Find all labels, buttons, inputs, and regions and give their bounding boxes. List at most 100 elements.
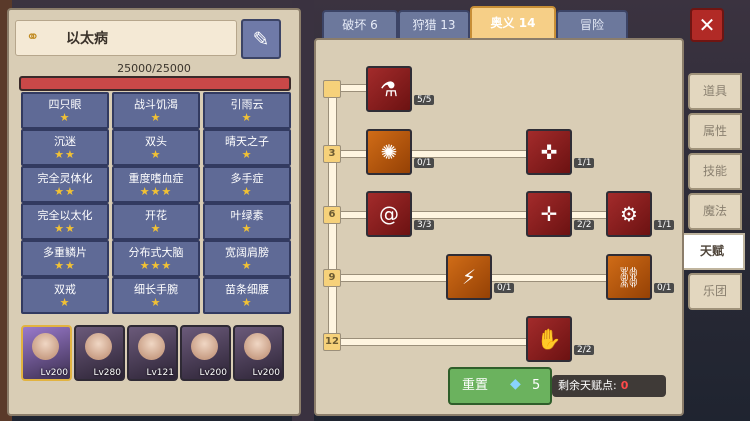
treatment-label: 双头 [145,135,167,148]
skill-chain[interactable]: ⛓ 0/1 [606,254,675,300]
treatment-cell[interactable]: 沉迷 ★★ [21,129,109,166]
member-level: Lv121 [146,368,174,378]
sidebar-item-talent[interactable]: 天赋 [679,233,745,270]
star-rating: ★ [150,111,162,124]
sidebar-item-band[interactable]: 乐团 [688,273,742,310]
skill-crosshair[interactable]: ✛ 2/2 [526,191,595,237]
close-icon: ✕ [698,13,716,37]
treatment-label: 多重鳞片 [43,246,87,259]
skill-gear[interactable]: ⚙ 1/1 [606,191,675,237]
treatment-cell[interactable]: 分布式大脑 ★★★ [112,240,200,277]
star-rating: ★ [150,148,162,161]
treatment-cell[interactable]: 双头 ★ [112,129,200,166]
palm-icon: ✋ [536,327,562,351]
treatment-cell[interactable]: 引雨云 ★ [203,92,291,129]
remaining-points: 剩余天赋点: 0 [552,375,666,397]
star-rating: ★ [241,148,253,161]
treatment-cell[interactable]: 细长手腕 ★ [112,277,200,314]
star-rating: ★ [241,296,253,309]
treatment-cell[interactable]: 宽阔肩膀 ★ [203,240,291,277]
sidebar-item-attributes[interactable]: 属性 [688,113,742,150]
treatment-cell[interactable]: 战斗饥渴 ★ [112,92,200,129]
avatar [191,333,218,360]
star-rating: ★ [150,296,162,309]
skill-vortex[interactable]: ✺ 0/1 [366,129,435,175]
treatment-cell[interactable]: 晴天之子 ★ [203,129,291,166]
treatment-label: 双戒 [54,283,76,296]
party-member-portrait[interactable]: Lv200 [180,325,231,381]
member-level: Lv200 [40,368,68,378]
star-rating: ★★ [54,148,76,161]
sidebar-item-magic[interactable]: 魔法 [688,193,742,230]
skill-mp[interactable]: ⚗ 5/5 [366,66,435,112]
sidebar-item-items[interactable]: 道具 [688,73,742,110]
disease-name-bar: ⚭ 以太病 [15,20,237,56]
reset-button[interactable]: 重置 ◆ 5 [448,367,552,405]
gem-icon: ◆ [510,376,521,392]
skill-hand-cross[interactable]: ✜ 1/1 [526,129,595,175]
treatment-cell[interactable]: 重度嗜血症 ★★★ [112,166,200,203]
disease-name: 以太病 [66,31,108,47]
star-rating: ★ [59,296,71,309]
reset-label: 重置 [462,378,489,393]
star-rating: ★ [241,259,253,272]
star-rating: ★ [59,111,71,124]
crosshair-icon: ✛ [540,202,558,226]
star-rating: ★ [241,185,253,198]
sidebar-item-skills[interactable]: 技能 [688,153,742,190]
treatment-label: 沉迷 [54,135,76,148]
treatment-cell[interactable]: 叶绿素 ★ [203,203,291,240]
treatment-label: 晴天之子 [225,135,269,148]
skill-palm[interactable]: ✋ 2/2 [526,316,595,362]
skill-spiral[interactable]: @ 3/3 [366,191,435,237]
treatment-cell[interactable]: 开花 ★ [112,203,200,240]
vortex-icon: ✺ [380,140,398,164]
remaining-points-label: 剩余天赋点: [558,379,617,392]
hp-text: 25000/25000 [117,62,191,75]
cure-button[interactable]: ✎ [241,19,281,59]
treatment-cell[interactable]: 双戒 ★ [21,277,109,314]
treatment-cell[interactable]: 完全灵体化 ★★ [21,166,109,203]
remaining-points-value: 0 [620,379,629,392]
disease-panel: ⚭ 以太病 ✎ 25000/25000 四只眼 ★ 战斗饥渴 ★ 引雨云 ★ 沉迷 ★★ 双头 ★… [7,8,301,416]
member-level: Lv280 [93,368,121,378]
skill-count: 2/2 [574,220,595,230]
party-member-portrait[interactable]: Lv121 [127,325,178,381]
treatment-cell[interactable]: 多重鳞片 ★★ [21,240,109,277]
close-button[interactable]: ✕ [690,8,724,42]
hp-bar [19,76,291,91]
tab-arcane[interactable]: 奥义 14 [470,6,556,42]
skill-count: 1/1 [574,158,595,168]
avatar [32,333,59,360]
claw-icon: ⚡ [461,265,477,289]
member-level: Lv200 [199,368,227,378]
treatment-cell[interactable]: 多手症 ★ [203,166,291,203]
member-level: Lv200 [252,368,280,378]
star-rating: ★ [241,222,253,235]
tree-level-node: 12 [323,333,341,351]
tree-level-node: 3 [323,145,341,163]
treatment-cell[interactable]: 完全以太化 ★★ [21,203,109,240]
treatment-cell[interactable]: 四只眼 ★ [21,92,109,129]
party-member-portrait[interactable]: Lv200 [233,325,284,381]
treatment-label: 分布式大脑 [128,246,184,259]
treatment-cell[interactable]: 苗条细腰 ★ [203,277,291,314]
treatment-label: 苗条细腰 [225,283,269,296]
star-rating: ★★ [54,222,76,235]
link-chain-icon: ⚭ [26,27,40,46]
mp-icon: ⚗ [380,77,398,101]
skill-claw[interactable]: ⚡ 0/1 [446,254,515,300]
party-member-portrait[interactable]: Lv280 [74,325,125,381]
skill-count: 2/2 [574,345,595,355]
party-member-portrait[interactable]: Lv200 [21,325,72,381]
skill-count: 5/5 [414,95,435,105]
gem-count: 5 [532,378,541,393]
treatment-label: 多手症 [230,172,264,185]
treatment-label: 宽阔肩膀 [225,246,269,259]
tree-level-node: 9 [323,269,341,287]
treatment-label: 完全灵体化 [37,172,93,185]
treatment-label: 完全以太化 [37,209,93,222]
avatar [244,333,271,360]
syringe-icon: ✎ [252,27,270,51]
avatar [138,333,165,360]
